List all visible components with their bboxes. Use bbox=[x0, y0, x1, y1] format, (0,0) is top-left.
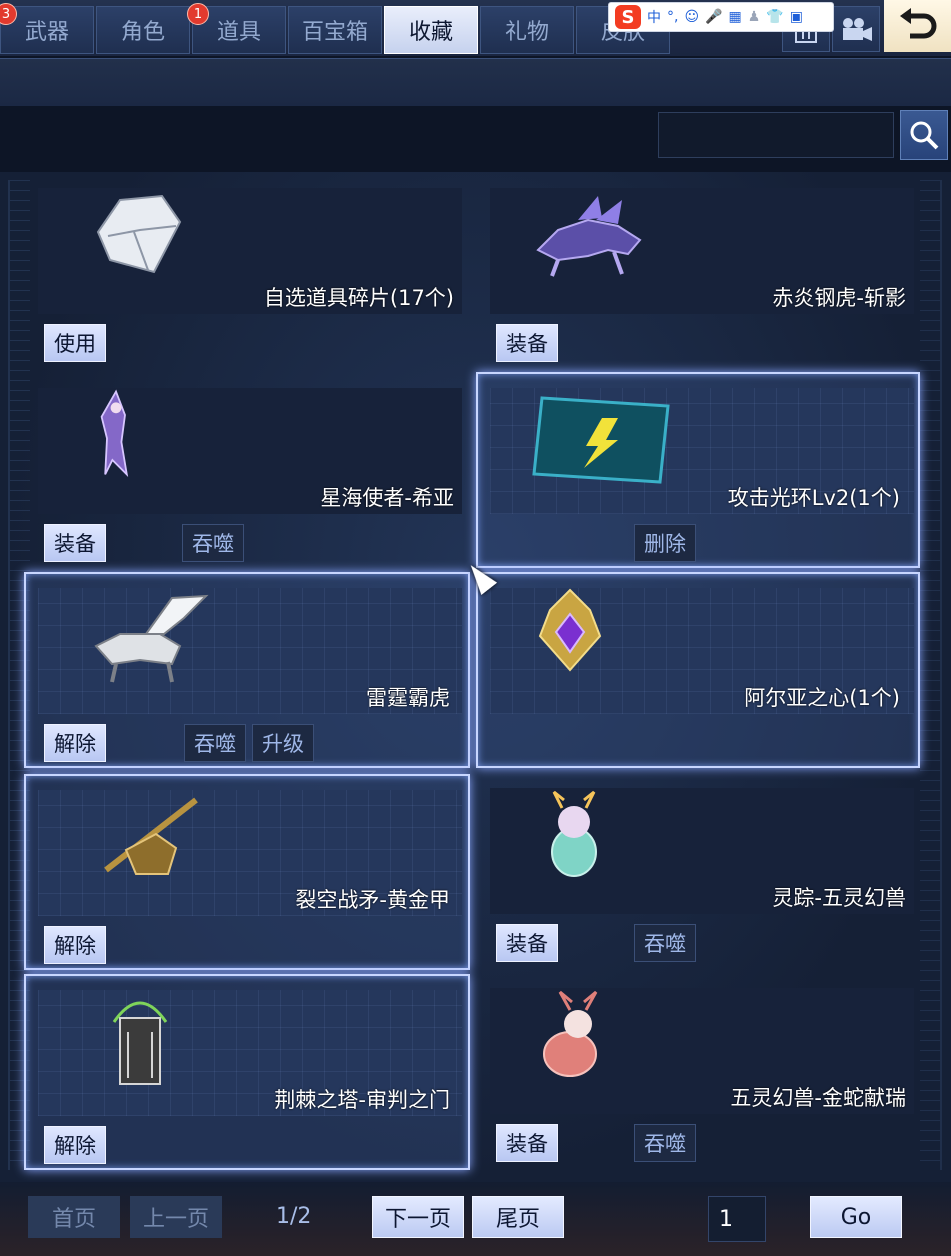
tab-collection-label: 收藏 bbox=[408, 20, 453, 45]
tab-props-label: 道具 bbox=[216, 20, 261, 45]
back-button[interactable] bbox=[884, 0, 951, 52]
keyboard-icon[interactable]: ▦ bbox=[729, 9, 742, 25]
use-button[interactable]: 使用 bbox=[44, 324, 106, 362]
go-button[interactable]: Go bbox=[810, 1196, 902, 1238]
unequip-button[interactable]: 解除 bbox=[44, 1126, 106, 1164]
item-card-selected[interactable]: 攻击光环Lv2(1个) 删除 bbox=[476, 372, 920, 568]
emoji-icon[interactable]: ☺ bbox=[684, 9, 699, 25]
unequip-button[interactable]: 解除 bbox=[44, 724, 106, 762]
tab-bar: 3 武器 角色 1 道具 百宝箱 收藏 礼物 皮肤 S 中 °, ☺ 🎤 ▦ ♟… bbox=[0, 0, 951, 56]
item-name: 裂空战矛-黄金甲 bbox=[295, 888, 450, 912]
equip-button[interactable]: 装备 bbox=[496, 924, 558, 962]
tab-weapon[interactable]: 3 武器 bbox=[0, 3, 94, 54]
item-aura-card-icon bbox=[532, 396, 670, 484]
equip-button[interactable]: 装备 bbox=[44, 524, 106, 562]
page-indicator: 1/2 bbox=[276, 1204, 312, 1229]
tab-gift-label: 礼物 bbox=[504, 20, 549, 45]
page-number-input[interactable] bbox=[708, 1196, 766, 1242]
tab-gift[interactable]: 礼物 bbox=[480, 6, 574, 54]
item-name: 星海使者-希亚 bbox=[320, 486, 454, 510]
tab-props[interactable]: 1 道具 bbox=[187, 3, 286, 54]
user-icon[interactable]: ♟ bbox=[748, 9, 761, 25]
item-name: 攻击光环Lv2(1个) bbox=[727, 486, 900, 510]
sogou-logo-icon: S bbox=[615, 5, 641, 29]
grid-icon[interactable]: ▣ bbox=[790, 9, 803, 25]
devour-button[interactable]: 吞噬 bbox=[184, 724, 246, 762]
tab-weapon-label: 武器 bbox=[24, 20, 69, 45]
item-snake-beast-icon bbox=[543, 990, 598, 1077]
item-winged-tiger-icon bbox=[94, 594, 209, 683]
undo-arrow-icon bbox=[899, 8, 936, 39]
item-card[interactable]: 灵踪-五灵幻兽 装备 吞噬 bbox=[478, 774, 924, 968]
camera-icon bbox=[843, 18, 872, 41]
item-name: 灵踪-五灵幻兽 bbox=[772, 886, 906, 910]
item-card-selected[interactable]: 雷霆霸虎 解除 吞噬 升级 bbox=[24, 572, 470, 768]
prev-page-button[interactable]: 上一页 bbox=[130, 1196, 222, 1238]
ime-toolbar[interactable]: S 中 °, ☺ 🎤 ▦ ♟ 👕 ▣ bbox=[608, 2, 834, 32]
delete-button[interactable]: 删除 bbox=[634, 524, 696, 562]
item-card-selected[interactable]: 荆棘之塔-审判之门 解除 bbox=[24, 974, 470, 1170]
unequip-button[interactable]: 解除 bbox=[44, 926, 106, 964]
item-card[interactable]: 自选道具碎片(17个) 使用 bbox=[26, 174, 472, 368]
next-page-button[interactable]: 下一页 bbox=[372, 1196, 464, 1238]
first-page-button[interactable]: 首页 bbox=[28, 1196, 120, 1238]
search-icon bbox=[910, 121, 939, 150]
tab-treasure-box[interactable]: 百宝箱 bbox=[288, 6, 382, 54]
devour-button[interactable]: 吞噬 bbox=[634, 1124, 696, 1162]
item-card-selected[interactable]: 阿尔亚之心(1个) bbox=[476, 572, 920, 768]
pagination-bar: 首页 上一页 1/2 下一页 尾页 Go bbox=[0, 1182, 951, 1256]
item-card[interactable]: 五灵幻兽-金蛇献瑞 装备 吞噬 bbox=[478, 974, 924, 1168]
item-character-icon bbox=[100, 389, 129, 478]
shirt-icon[interactable]: 👕 bbox=[766, 9, 783, 25]
ime-punct-label[interactable]: °, bbox=[667, 9, 678, 25]
devour-button[interactable]: 吞噬 bbox=[634, 924, 696, 962]
item-name: 自选道具碎片(17个) bbox=[263, 286, 454, 310]
item-heart-gem-icon bbox=[538, 588, 602, 672]
item-name: 阿尔亚之心(1个) bbox=[744, 686, 900, 710]
ime-mode-label[interactable]: 中 bbox=[647, 7, 661, 27]
item-card[interactable]: 星海使者-希亚 装备 吞噬 bbox=[26, 374, 472, 568]
item-thorn-tower-icon bbox=[112, 1001, 168, 1085]
search-input[interactable] bbox=[658, 112, 894, 158]
equip-button[interactable]: 装备 bbox=[496, 324, 558, 362]
video-button[interactable] bbox=[832, 6, 880, 52]
item-name: 五灵幻兽-金蛇献瑞 bbox=[730, 1086, 906, 1110]
item-name: 荆棘之塔-审判之门 bbox=[274, 1088, 450, 1112]
item-card[interactable]: 赤炎钢虎-斩影 装备 bbox=[478, 174, 924, 368]
item-spear-armor-icon bbox=[104, 797, 198, 875]
equip-button[interactable]: 装备 bbox=[496, 1124, 558, 1162]
item-card-selected[interactable]: 裂空战矛-黄金甲 解除 bbox=[24, 774, 470, 970]
item-tiger-mount-icon bbox=[536, 196, 642, 277]
search-button[interactable] bbox=[900, 110, 948, 160]
last-page-button[interactable]: 尾页 bbox=[472, 1196, 564, 1238]
tab-treasure-box-label: 百宝箱 bbox=[301, 20, 368, 45]
microphone-icon[interactable]: 🎤 bbox=[705, 9, 722, 25]
tab-props-badge: 1 bbox=[187, 3, 209, 25]
item-name: 雷霆霸虎 bbox=[366, 686, 450, 710]
tab-character-label: 角色 bbox=[120, 20, 165, 45]
tab-character[interactable]: 角色 bbox=[96, 6, 190, 54]
tab-collection[interactable]: 收藏 bbox=[384, 6, 478, 54]
upgrade-button[interactable]: 升级 bbox=[252, 724, 314, 762]
tab-weapon-badge: 3 bbox=[0, 3, 17, 25]
item-name: 赤炎钢虎-斩影 bbox=[772, 286, 906, 310]
item-shard-icon bbox=[96, 194, 182, 274]
devour-button[interactable]: 吞噬 bbox=[182, 524, 244, 562]
item-spirit-beast-icon bbox=[551, 790, 597, 877]
sub-header-bar bbox=[0, 58, 951, 106]
